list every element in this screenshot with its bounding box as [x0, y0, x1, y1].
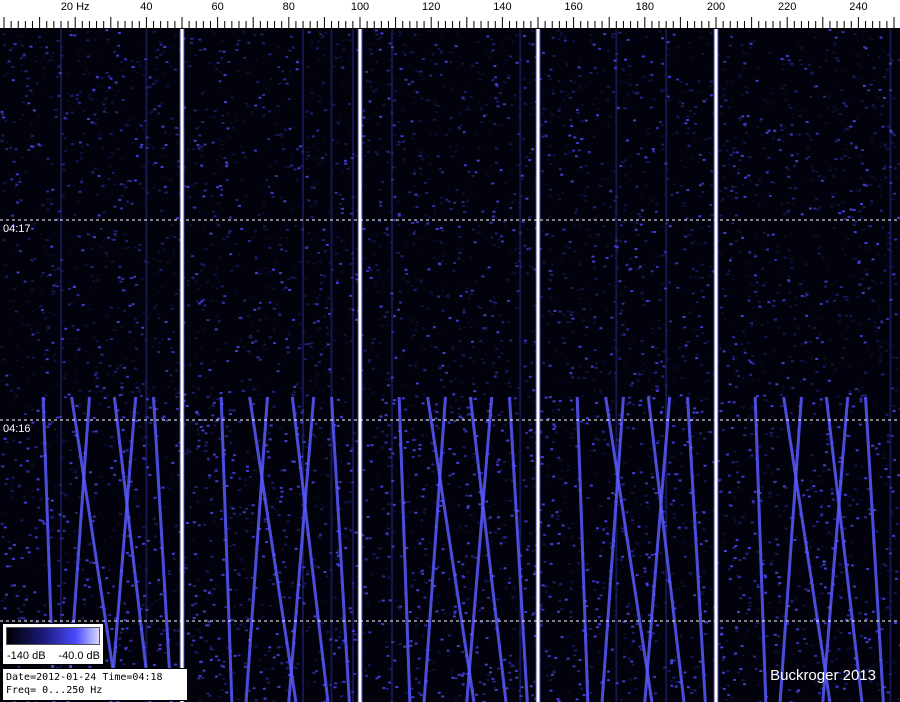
time-label: 04:17: [3, 223, 31, 235]
frequency-tick-label: 60: [211, 1, 224, 13]
frequency-tick-label: 220: [778, 1, 797, 13]
time-gridlines: [0, 219, 900, 622]
info-frequency-range: Freq= 0...250 Hz: [6, 685, 103, 696]
colorbar-max-label: -40.0 dB: [58, 650, 100, 662]
frequency-tick-label: 160: [564, 1, 583, 13]
frequency-tick-label: 80: [282, 1, 295, 13]
frequency-tick-label: 200: [706, 1, 726, 13]
frequency-tick-label: 20 Hz: [60, 1, 90, 13]
frequency-axis-ticks: [3, 17, 895, 28]
colorbar-legend: -140 dB -40.0 dB: [2, 623, 104, 665]
chirp-signals: [41, 396, 885, 702]
noise-field: [0, 29, 900, 702]
frequency-tick-label: 120: [422, 1, 441, 13]
spectrogram-window: 20 Hz 40 60 80 100 120 140 160 180 200 220 240 04:1…: [0, 0, 900, 702]
info-box: Date=2012-01-24 Time=04:18 Freq= 0...250…: [2, 668, 188, 701]
colorbar-gradient: [6, 627, 100, 645]
frequency-tick-label: 180: [635, 1, 654, 13]
spectrogram-plot: 04:17 04:16: [0, 29, 900, 702]
colorbar-min-label: -140 dB: [7, 650, 46, 662]
info-date-time: Date=2012-01-24 Time=04:18: [6, 672, 163, 683]
spectrogram-canvas: [0, 29, 900, 702]
frequency-tick-label: 100: [350, 1, 370, 13]
frequency-tick-label: 140: [493, 1, 512, 13]
watermark-text: Buckroger 2013: [770, 667, 876, 684]
frequency-axis: 20 Hz 40 60 80 100 120 140 160 180 200 220 240: [0, 0, 900, 29]
time-label: 04:16: [3, 423, 31, 435]
frequency-tick-label: 40: [140, 1, 153, 13]
frequency-tick-label: 240: [849, 1, 868, 13]
